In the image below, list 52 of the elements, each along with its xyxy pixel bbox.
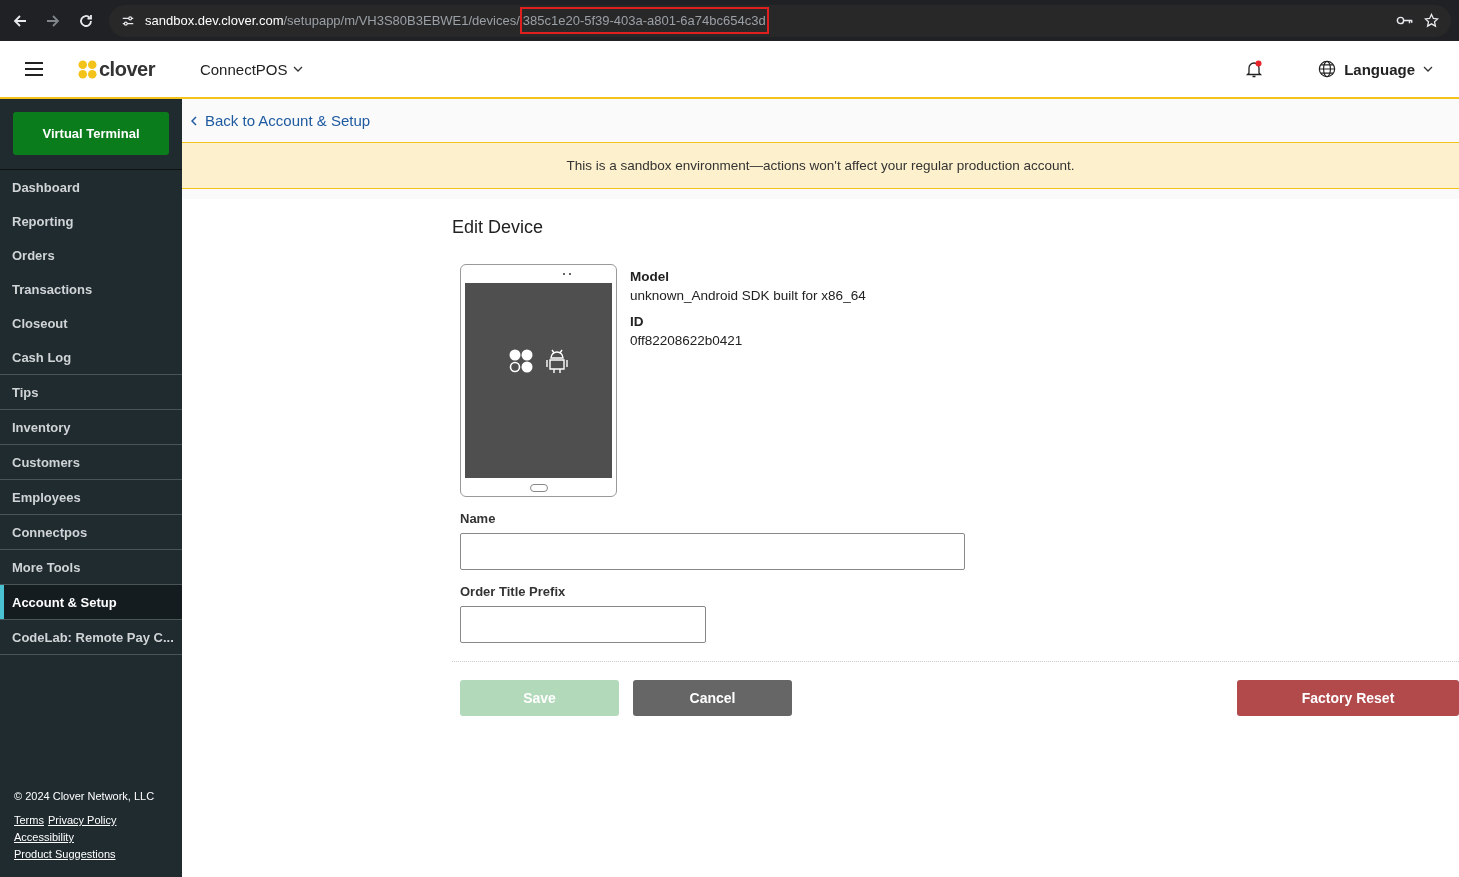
clover-logo-icon: [508, 348, 533, 373]
footer-link[interactable]: Privacy Policy: [47, 812, 117, 829]
globe-icon: [1318, 60, 1337, 78]
sidebar-item[interactable]: Customers: [0, 445, 182, 479]
back-arrow-icon[interactable]: [12, 12, 28, 29]
sidebar-item[interactable]: Account & Setup: [0, 585, 182, 619]
field-label: Name: [460, 511, 497, 526]
sidebar-item[interactable]: Cash Log: [0, 340, 182, 374]
footer-link[interactable]: Terms: [14, 812, 44, 829]
detail-label: Model: [630, 269, 670, 284]
sidebar-item[interactable]: Transactions: [0, 272, 182, 306]
detail-value: 0ff82208622b0421: [630, 333, 744, 348]
chevron-left-icon: [191, 115, 197, 126]
sidebar-item[interactable]: Reporting: [0, 204, 182, 238]
star-icon[interactable]: [1424, 13, 1439, 28]
text-input-field[interactable]: [460, 533, 965, 570]
language-dropdown[interactable]: Language: [1318, 60, 1433, 78]
page-title: Edit Device: [452, 217, 545, 238]
chevron-down-icon: [1423, 66, 1433, 72]
detail-value: unknown_Android SDK built for x86_64: [630, 288, 866, 303]
sidebar-item[interactable]: Connectpos: [0, 515, 182, 549]
sidebar-item[interactable]: Orders: [0, 238, 182, 272]
clover-logo-icon: [78, 59, 97, 79]
chevron-down-icon: [293, 66, 304, 72]
virtual-terminal-button[interactable]: Virtual Terminal: [13, 112, 169, 155]
factory-reset-button[interactable]: Factory Reset: [1237, 680, 1459, 716]
back-link[interactable]: Back to Account & Setup: [191, 112, 371, 129]
sidebar-item[interactable]: Closeout: [0, 306, 182, 340]
menu-icon[interactable]: [25, 62, 43, 76]
text-input-field[interactable]: [460, 606, 706, 643]
detail-label: ID: [630, 314, 645, 329]
footer-link[interactable]: Product Suggestions: [14, 846, 116, 863]
url-text: sandbox.dev.clover.com/setupapp/m/VH3S80B3EBWE1/devices/: [145, 13, 520, 28]
url-highlight-text: 385c1e20-5f39-403a-a801-6a74bc654c3d: [519, 7, 769, 34]
sidebar-item[interactable]: Tips: [0, 375, 182, 409]
copyright-text: © 2024 Clover Network, LLC: [14, 790, 156, 802]
sidebar-item[interactable]: Dashboard: [0, 170, 182, 204]
sidebar-item[interactable]: Employees: [0, 480, 182, 514]
clover-logo: clover: [99, 57, 155, 81]
site-settings-icon[interactable]: [121, 13, 135, 28]
footer-link[interactable]: Accessibility: [14, 829, 74, 846]
address-bar[interactable]: sandbox.dev.clover.com/setupapp/m/VH3S80B3EBWE1/devices/ 385c1e20-5f39-403a-a801-6a74bc654c3d: [109, 4, 1451, 37]
cancel-button[interactable]: Cancel: [633, 680, 792, 716]
banner-text: This is a sandbox environment—actions won't affect your regular production account.: [566, 158, 1075, 173]
merchant-dropdown[interactable]: ConnectPOS: [199, 60, 304, 78]
reload-icon[interactable]: [78, 12, 94, 29]
notification-bell-icon[interactable]: [1245, 60, 1264, 78]
sidebar-item[interactable]: Inventory: [0, 410, 182, 444]
field-label: Order Title Prefix: [460, 584, 567, 599]
key-icon[interactable]: [1396, 15, 1414, 26]
sidebar-item[interactable]: More Tools: [0, 550, 182, 584]
sidebar-item[interactable]: CodeLab: Remote Pay C...: [0, 620, 182, 654]
